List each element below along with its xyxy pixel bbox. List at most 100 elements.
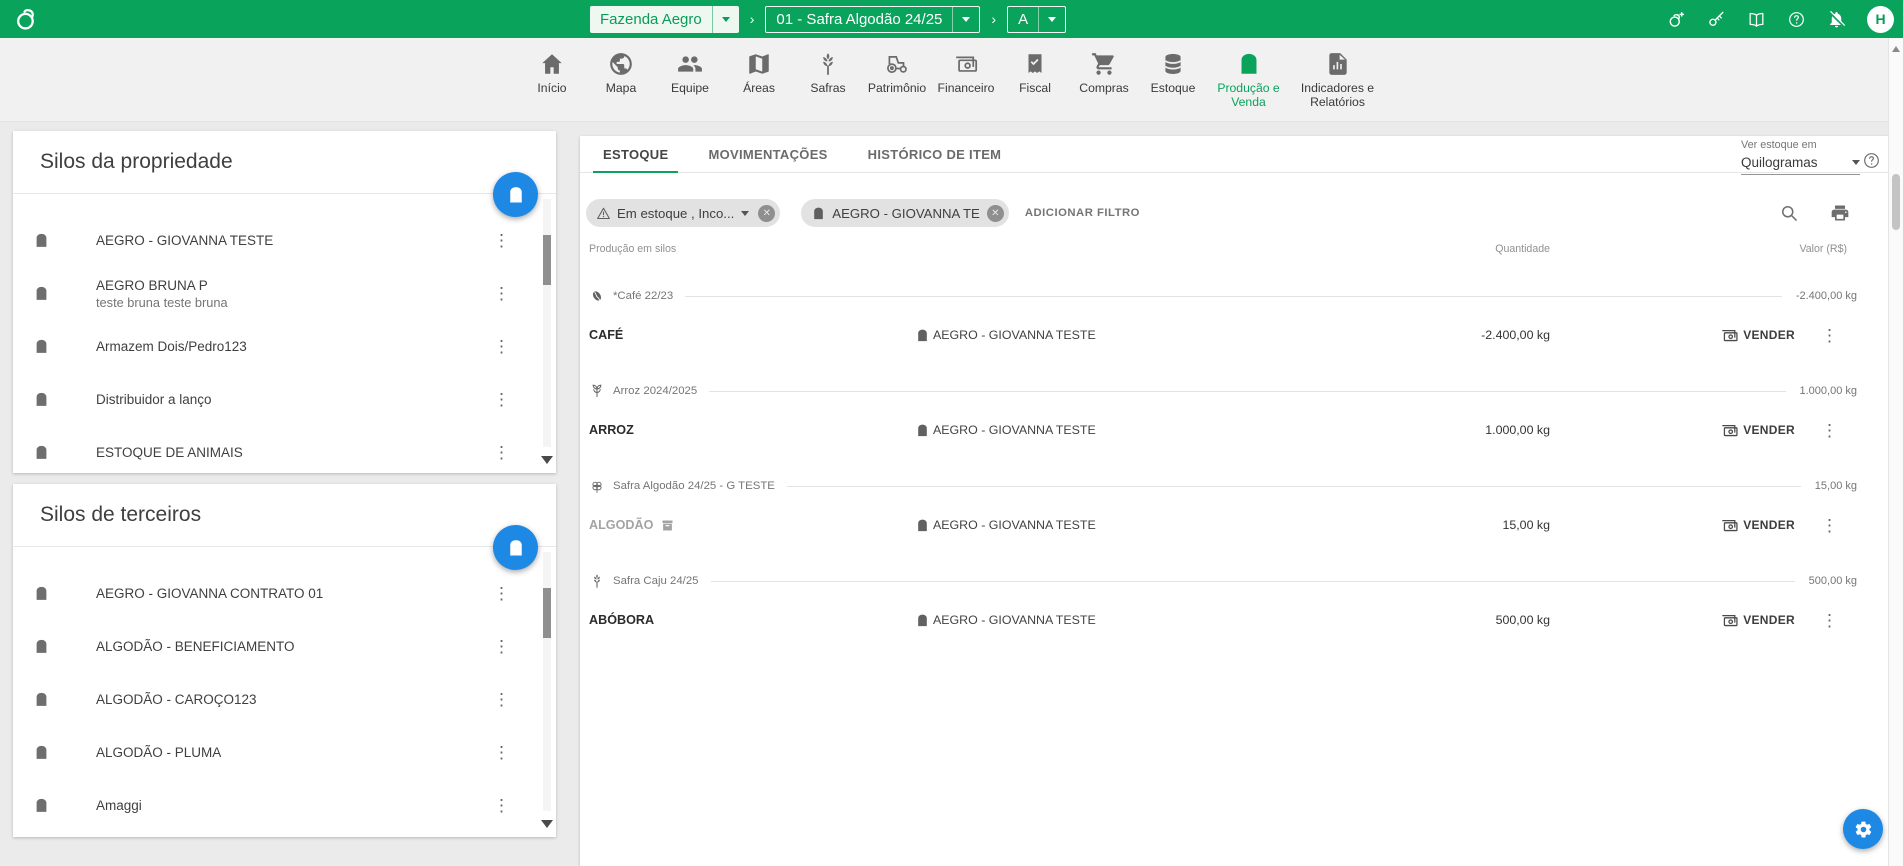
tab-estoque[interactable]: ESTOQUE <box>583 136 688 172</box>
nav-label: Estoque <box>1139 82 1208 96</box>
kebab-menu-icon[interactable] <box>493 285 510 302</box>
banknote-icon <box>953 51 979 77</box>
kebab-menu-icon[interactable] <box>1821 327 1838 344</box>
table-row[interactable]: CAFÉ AEGRO - GIOVANNA TESTE -2.400,00 kg… <box>580 309 1888 361</box>
silo-list-item[interactable]: Armazem Dois/Pedro123 <box>13 320 556 373</box>
scroll-up-icon[interactable] <box>1892 46 1900 52</box>
nav-item-mapa[interactable]: Mapa <box>587 51 656 121</box>
kebab-menu-icon[interactable] <box>493 638 510 655</box>
clear-filter-icon[interactable] <box>758 205 775 222</box>
clear-filter-icon[interactable] <box>987 205 1004 222</box>
silo-icon <box>33 444 50 461</box>
print-icon[interactable] <box>1830 203 1850 223</box>
page-scrollbar[interactable] <box>1888 38 1903 866</box>
crop-section: *Café 22/23 -2.400,00 kg CAFÉ AEGRO - GI… <box>580 283 1888 361</box>
season-selector[interactable]: 01 - Safra Algodão 24/25 <box>765 6 980 33</box>
kebab-menu-icon[interactable] <box>493 391 510 408</box>
status-filter-chip[interactable]: Em estoque , Inco... <box>586 199 780 227</box>
nav-item-compras[interactable]: Compras <box>1070 51 1139 121</box>
kebab-menu-icon[interactable] <box>493 232 510 249</box>
add-account-icon[interactable] <box>1667 10 1686 29</box>
sell-button[interactable]: VENDER <box>1720 516 1795 535</box>
silo-list-item[interactable]: ALGODÃO - PLUMA <box>13 726 556 779</box>
nav-item-areas[interactable]: Áreas <box>725 51 794 121</box>
farm-selector[interactable]: Fazenda Aegro <box>590 6 739 33</box>
nav-item-equipe[interactable]: Equipe <box>656 51 725 121</box>
nav-item-producao-e-venda[interactable]: Produção e Venda <box>1208 51 1290 121</box>
table-row[interactable]: ARROZ AEGRO - GIOVANNA TESTE 1.000,00 kg… <box>580 404 1888 456</box>
kebab-menu-icon[interactable] <box>493 444 510 461</box>
add-silo-button[interactable] <box>493 525 538 570</box>
add-filter-button[interactable]: ADICIONAR FILTRO <box>1025 207 1140 219</box>
table-row[interactable]: ALGODÃO AEGRO - GIOVANNA TESTE 15,00 kg … <box>580 499 1888 551</box>
sell-button[interactable]: VENDER <box>1720 421 1795 440</box>
help-icon[interactable] <box>1862 151 1881 170</box>
silo-list-item[interactable]: Distribuidor a lanço <box>13 373 556 426</box>
silo-name: AEGRO - GIOVANNA TESTE <box>933 423 1096 437</box>
home-icon <box>539 51 565 77</box>
silo-list-item[interactable]: AEGRO - GIOVANNA TESTE <box>13 214 556 267</box>
search-icon[interactable] <box>1779 203 1799 223</box>
add-silo-button[interactable] <box>493 172 538 217</box>
nav-item-fiscal[interactable]: Fiscal <box>1001 51 1070 121</box>
stock-panel: ESTOQUE MOVIMENTAÇÕES HISTÓRICO DE ITEM … <box>580 136 1888 866</box>
help-icon[interactable] <box>1787 10 1806 29</box>
silo-list-item[interactable]: ALGODÃO - CAROÇO123 <box>13 673 556 726</box>
unit-selector-value: Quilogramas <box>1741 155 1818 170</box>
field-selector[interactable]: A <box>1007 6 1066 33</box>
kebab-menu-icon[interactable] <box>493 691 510 708</box>
scroll-down-icon[interactable] <box>541 820 553 828</box>
nav-item-financeiro[interactable]: Financeiro <box>932 51 1001 121</box>
support-fab[interactable] <box>1843 809 1883 849</box>
silo-list-item[interactable]: ALGODÃO - BENEFICIAMENTO <box>13 620 556 673</box>
scrollbar-thumb[interactable] <box>543 235 551 285</box>
nav-item-estoque[interactable]: Estoque <box>1139 51 1208 121</box>
kebab-menu-icon[interactable] <box>1821 517 1838 534</box>
chevron-down-icon[interactable] <box>713 17 739 22</box>
chevron-down-icon[interactable] <box>1039 17 1065 22</box>
own-silos-panel: Silos da propriedade AEGRO - GIOVANNA TE… <box>13 131 556 473</box>
user-avatar[interactable]: H <box>1867 6 1894 33</box>
kebab-menu-icon[interactable] <box>493 338 510 355</box>
banknote-icon <box>1720 326 1739 345</box>
scrollbar-thumb[interactable] <box>543 588 551 638</box>
silo-list-item[interactable]: Amaggi <box>13 779 556 832</box>
silo-filter-chip[interactable]: AEGRO - GIOVANNA TE <box>801 199 1009 227</box>
silo-icon <box>33 797 50 814</box>
kebab-menu-icon[interactable] <box>1821 612 1838 629</box>
nav-item-patrimonio[interactable]: Patrimônio <box>863 51 932 121</box>
nav-item-inicio[interactable]: Início <box>518 51 587 121</box>
tab-movimentacoes[interactable]: MOVIMENTAÇÕES <box>688 136 847 172</box>
silo-name: AEGRO - GIOVANNA TESTE <box>933 518 1096 532</box>
silo-list-item[interactable]: AEGRO BRUNA P teste bruna teste bruna <box>13 267 556 320</box>
key-icon[interactable] <box>1707 10 1726 29</box>
silo-list-item[interactable]: ESTOQUE DE ANIMAIS <box>13 426 556 479</box>
nav-label: Início <box>518 82 587 96</box>
chevron-down-icon[interactable] <box>953 17 979 22</box>
kebab-menu-icon[interactable] <box>493 585 510 602</box>
scrollbar-thumb[interactable] <box>1892 174 1900 230</box>
breadcrumb-separator: › <box>750 11 755 27</box>
silo-name: Amaggi <box>96 798 142 813</box>
silo-name: AEGRO - GIOVANNA TESTE <box>933 613 1096 627</box>
sell-button[interactable]: VENDER <box>1720 611 1795 630</box>
kebab-menu-icon[interactable] <box>493 744 510 761</box>
unit-selector[interactable]: Ver estoque em Quilogramas <box>1741 139 1860 175</box>
nav-item-indicadores-relatorios[interactable]: Indicadores e Relatórios <box>1290 51 1386 121</box>
silo-name: AEGRO BRUNA P <box>96 278 228 293</box>
silo-list-item[interactable]: AEGRO - GIOVANNA CONTRATO 01 <box>13 567 556 620</box>
chevron-down-icon[interactable] <box>741 211 749 216</box>
sell-button[interactable]: VENDER <box>1720 326 1795 345</box>
scroll-down-icon[interactable] <box>541 456 553 464</box>
tab-historico-de-item[interactable]: HISTÓRICO DE ITEM <box>848 136 1022 172</box>
notifications-off-icon[interactable] <box>1827 10 1846 29</box>
knowledge-book-icon[interactable] <box>1747 10 1766 29</box>
kebab-menu-icon[interactable] <box>493 797 510 814</box>
nav-item-safras[interactable]: Safras <box>794 51 863 121</box>
tab-bar: ESTOQUE MOVIMENTAÇÕES HISTÓRICO DE ITEM … <box>580 136 1888 173</box>
table-header: Produção em silos Quantidade Valor (R$) <box>580 243 1888 255</box>
table-row[interactable]: ABÓBORA AEGRO - GIOVANNA TESTE 500,00 kg… <box>580 594 1888 646</box>
kebab-menu-icon[interactable] <box>1821 422 1838 439</box>
sell-button-label: VENDER <box>1743 518 1795 532</box>
report-icon <box>1325 51 1351 77</box>
